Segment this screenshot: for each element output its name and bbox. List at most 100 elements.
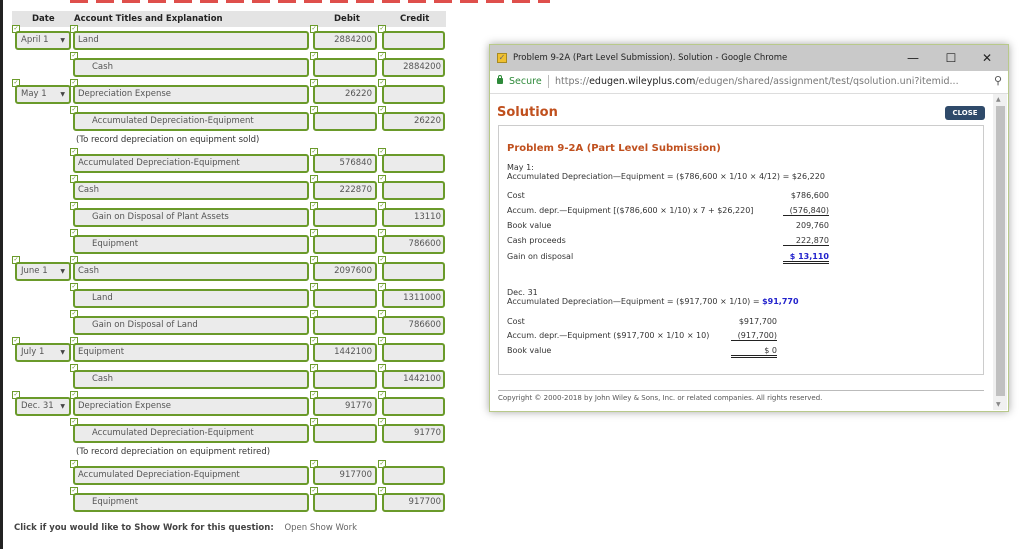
lock-icon	[497, 75, 503, 84]
may1-gain-value: $ 13,110	[783, 252, 829, 264]
close-button[interactable]: CLOSE	[945, 106, 985, 120]
debit-input[interactable]	[313, 493, 377, 512]
credit-input[interactable]	[382, 154, 445, 173]
credit-input[interactable]	[382, 343, 445, 362]
address-bar[interactable]: Secure https://edugen.wileyplus.com/edug…	[490, 71, 1008, 94]
show-work-prompt: Click if you would like to Show Work for…	[14, 523, 274, 533]
url-domain: edugen.wileyplus.com	[589, 76, 696, 87]
url-text[interactable]: https://edugen.wileyplus.com/edugen/shar…	[555, 76, 959, 87]
scroll-thumb[interactable]	[996, 106, 1005, 396]
scroll-down-icon[interactable]: ▼	[996, 401, 1001, 408]
debit-input[interactable]: 2097600	[313, 262, 377, 281]
date-value: April 1	[21, 35, 49, 45]
date-value: July 1	[21, 347, 45, 357]
date-select[interactable]: July 1 ▼	[15, 343, 71, 362]
credit-input[interactable]: 1442100	[382, 370, 445, 389]
debit-input[interactable]: 576840	[313, 154, 377, 173]
maximize-button[interactable]: ☐	[936, 48, 966, 68]
credit-input[interactable]	[382, 31, 445, 50]
solution-popup-window: ✓ Problem 9-2A (Part Level Submission). …	[489, 44, 1009, 412]
date-select[interactable]: April 1 ▼	[15, 31, 71, 50]
debit-input[interactable]	[313, 289, 377, 308]
solution-heading: Solution	[497, 105, 558, 120]
account-title-input[interactable]: Cash	[73, 370, 309, 389]
journal-row: ✓ Accumulated Depreciation-Equipment ✓ 5768…	[0, 148, 450, 178]
account-title-input[interactable]: Land	[73, 31, 309, 50]
close-window-button[interactable]: ✕	[972, 48, 1002, 68]
credit-input[interactable]: 786600	[382, 316, 445, 335]
solution-content: Solution CLOSE Problem 9-2A (Part Level …	[490, 94, 992, 410]
account-title-input[interactable]: Depreciation Expense	[73, 85, 309, 104]
may1-cost-value: $786,600	[790, 191, 829, 200]
debit-input[interactable]: 1442100	[313, 343, 377, 362]
truncated-instruction-text	[70, 0, 550, 3]
debit-input[interactable]: 2884200	[313, 31, 377, 50]
window-titlebar[interactable]: ✓ Problem 9-2A (Part Level Submission). …	[490, 45, 1008, 71]
journal-row: ✓ Accumulated Depreciation-Equipment ✓ 9177…	[0, 460, 450, 490]
debit-input[interactable]: 917700	[313, 466, 377, 485]
zoom-icon[interactable]: ⚲	[994, 74, 1002, 87]
account-title-input[interactable]: Land	[73, 289, 309, 308]
credit-input[interactable]: 1311000	[382, 289, 445, 308]
debit-input[interactable]	[313, 112, 377, 131]
dec31-label: Dec. 31	[507, 288, 538, 297]
debit-input[interactable]: 91770	[313, 397, 377, 416]
credit-input[interactable]: 917700	[382, 493, 445, 512]
journal-row: ✓ June 1 ▼ ✓ Cash ✓ 2097600 ✓	[0, 256, 450, 286]
account-title-input[interactable]: Accumulated Depreciation-Equipment	[73, 466, 309, 485]
debit-input[interactable]: 222870	[313, 181, 377, 200]
account-title-input[interactable]: Gain on Disposal of Plant Assets	[73, 208, 309, 227]
account-title-input[interactable]: Gain on Disposal of Land	[73, 316, 309, 335]
credit-input[interactable]	[382, 181, 445, 200]
credit-input[interactable]: 2884200	[382, 58, 445, 77]
account-title-input[interactable]: Accumulated Depreciation-Equipment	[73, 154, 309, 173]
credit-input[interactable]	[382, 262, 445, 281]
debit-input[interactable]	[313, 208, 377, 227]
show-work-section: Click if you would like to Show Work for…	[14, 523, 357, 533]
account-title-input[interactable]: Equipment	[73, 493, 309, 512]
credit-input[interactable]: 26220	[382, 112, 445, 131]
minimize-button[interactable]: —	[898, 48, 928, 68]
debit-input[interactable]: 26220	[313, 85, 377, 104]
debit-input[interactable]	[313, 424, 377, 443]
dec31-book-label: Book value	[507, 346, 552, 355]
credit-input[interactable]: 91770	[382, 424, 445, 443]
account-title-input[interactable]: Cash	[73, 58, 309, 77]
dec31-formula-result: $91,770	[762, 297, 799, 306]
date-value: May 1	[21, 89, 47, 99]
debit-input[interactable]	[313, 370, 377, 389]
debit-input[interactable]	[313, 235, 377, 254]
dec31-book-value: $ 0	[731, 346, 777, 358]
debit-input[interactable]	[313, 58, 377, 77]
journal-row: ✓ July 1 ▼ ✓ Equipment ✓ 1442100 ✓	[0, 337, 450, 367]
account-title-input[interactable]: Accumulated Depreciation-Equipment	[73, 112, 309, 131]
account-title-input[interactable]: Equipment	[73, 343, 309, 362]
credit-input[interactable]	[382, 85, 445, 104]
header-date: Date	[32, 14, 55, 24]
date-select[interactable]: Dec. 31 ▼	[15, 397, 71, 416]
scroll-up-icon[interactable]: ▲	[996, 96, 1001, 103]
credit-input[interactable]: 13110	[382, 208, 445, 227]
may1-book-value: 209,760	[795, 221, 829, 230]
credit-input[interactable]	[382, 397, 445, 416]
date-value: Dec. 31	[21, 401, 54, 411]
may1-accum-value: (576,840)	[783, 206, 829, 216]
account-title-input[interactable]: Cash	[73, 262, 309, 281]
problem-title: Problem 9-2A (Part Level Submission)	[507, 143, 721, 154]
open-show-work-link[interactable]: Open Show Work	[284, 523, 357, 533]
credit-input[interactable]: 786600	[382, 235, 445, 254]
credit-input[interactable]	[382, 466, 445, 485]
account-title-input[interactable]: Cash	[73, 181, 309, 200]
may1-gain-label: Gain on disposal	[507, 252, 574, 261]
date-select[interactable]: June 1 ▼	[15, 262, 71, 281]
debit-input[interactable]	[313, 316, 377, 335]
popup-scrollbar[interactable]: ▲ ▼	[993, 94, 1007, 410]
journal-row: ✓ Accumulated Depreciation-Equipment ✓ ✓ 262…	[0, 106, 450, 136]
account-title-input[interactable]: Accumulated Depreciation-Equipment	[73, 424, 309, 443]
account-title-input[interactable]: Equipment	[73, 235, 309, 254]
may1-label: May 1:	[507, 163, 534, 172]
dropdown-arrow-icon: ▼	[60, 349, 65, 356]
journal-row: ✓ Equipment ✓ ✓ 917700	[0, 487, 450, 517]
account-title-input[interactable]: Depreciation Expense	[73, 397, 309, 416]
date-select[interactable]: May 1 ▼	[15, 85, 71, 104]
